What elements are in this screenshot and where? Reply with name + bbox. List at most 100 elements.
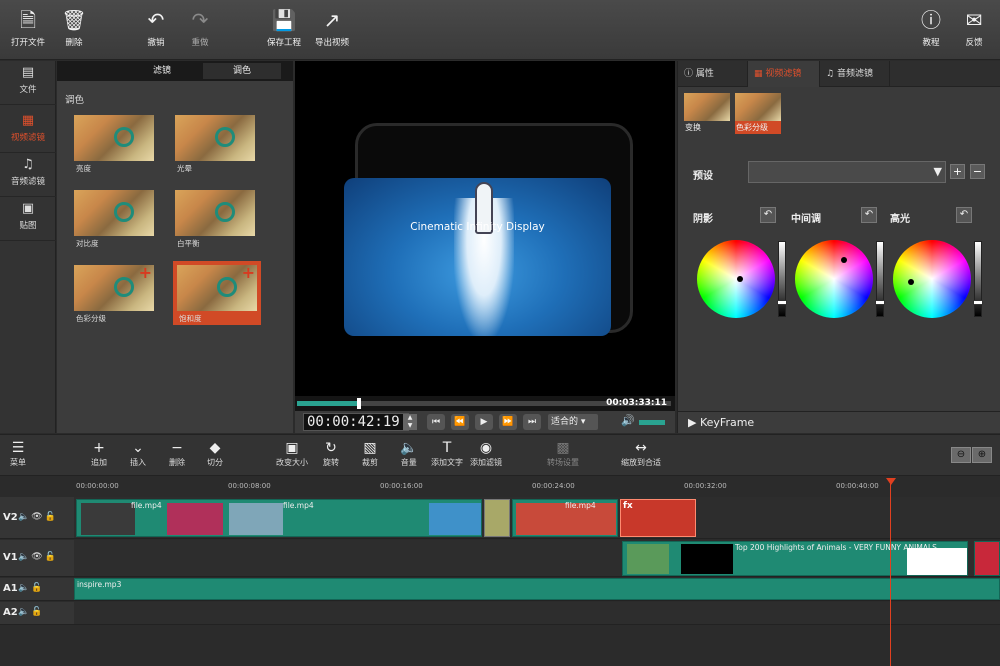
tab-video-filter[interactable]: ▦ 视频滤镜 [748, 61, 820, 87]
tab-audio-filter[interactable]: ♫ 音频滤镜 [820, 61, 890, 87]
text-icon: T [442, 440, 452, 456]
export-icon: ↗ [323, 8, 341, 32]
track-v2: file.mp4 file.mp4 file.mp4 fx [74, 497, 1000, 539]
export-video-button[interactable]: ↗ 导出视频 [304, 8, 360, 48]
selected-video-clip[interactable]: fx [620, 499, 696, 537]
applied-filter-color-grade[interactable]: 色彩分级 [735, 93, 781, 134]
split-button[interactable]: ◆ 切分 [207, 439, 223, 468]
zoom-fit-button[interactable]: ↔ 缩放到合适 [621, 439, 661, 468]
volume-button[interactable]: 🔈 音量 [400, 439, 417, 468]
video-clip[interactable]: file.mp4 [512, 499, 618, 537]
delete-clip-button[interactable]: − 删除 [169, 439, 185, 468]
progress-knob[interactable] [356, 398, 361, 409]
minus-icon: − [171, 440, 183, 456]
track-a2 [74, 602, 1000, 625]
filter-color-grade[interactable]: + 色彩分级 [70, 261, 158, 325]
filter-thumbnail [74, 190, 154, 236]
transition-clip[interactable] [484, 499, 510, 537]
clip-thumbnail [627, 544, 669, 574]
highlight-color-wheel[interactable] [893, 240, 971, 318]
volume-icon[interactable]: 🔊 [621, 414, 635, 427]
volume-slider[interactable] [639, 420, 665, 425]
delete-button[interactable]: 🗑 删除 [46, 8, 102, 48]
rewind-button[interactable]: ⏪ [451, 414, 469, 430]
append-button[interactable]: + 追加 [91, 439, 107, 468]
plus-icon: + [241, 263, 255, 282]
filter-white-balance[interactable]: 白平衡 [171, 186, 259, 250]
tab-filter[interactable]: 滤镜 [117, 63, 207, 79]
timecode-field[interactable]: 00:00:42:19 [303, 413, 409, 431]
add-text-button[interactable]: T 添加文字 [431, 439, 463, 468]
insert-button[interactable]: ⌄ 插入 [130, 439, 146, 468]
nav-sticker[interactable]: ▣ 贴图 [0, 197, 56, 241]
transition-settings-button[interactable]: ▩ 转场设置 [547, 439, 579, 468]
track-controls[interactable]: 🔈🔓 [18, 607, 44, 617]
keyframe-section[interactable]: ▶ KeyFrame [678, 411, 1000, 433]
preset-select[interactable]: ▼ [748, 161, 946, 183]
filter-saturation[interactable]: + 饱和度 [173, 261, 261, 325]
timeline-tracks: V2 🔈👁🔓 file.mp4 file.mp4 file.mp4 fx V1 🔈👁… [0, 497, 1000, 666]
tab-color[interactable]: 调色 [203, 63, 281, 79]
wheel-handle[interactable] [908, 279, 914, 285]
redo-button[interactable]: ↷ 重做 [172, 8, 228, 48]
zoom-in-button[interactable]: ⊕ [972, 447, 992, 463]
midtone-level-slider[interactable] [875, 241, 885, 317]
highlight-label: 高光 [890, 214, 910, 225]
video-filter-icon: ▦ [754, 69, 763, 79]
video-clip[interactable]: file.mp4 file.mp4 [76, 499, 482, 537]
clip-thumbnail [167, 503, 223, 535]
shadow-color-wheel[interactable] [697, 240, 775, 318]
wheel-handle[interactable] [737, 276, 743, 282]
shadow-reset-button[interactable]: ↶ [760, 207, 776, 223]
track-header-a2: A2 🔈🔓 [0, 602, 74, 625]
midtone-color-wheel[interactable] [795, 240, 873, 318]
file-icon: ▤ [21, 65, 35, 80]
track-controls[interactable]: 🔈👁🔓 [18, 512, 58, 522]
nav-file[interactable]: ▤ 文件 [0, 61, 56, 105]
tab-properties[interactable]: ⓘ 属性 [678, 61, 748, 87]
nav-audio-filter[interactable]: ♫ 音频滤镜 [0, 153, 56, 197]
applied-filter-transform[interactable]: 变换 [684, 93, 730, 134]
music-icon: ♫ [22, 157, 34, 172]
add-filter-button[interactable]: ◉ 添加滤镜 [470, 439, 502, 468]
playhead-handle[interactable] [886, 478, 896, 485]
preset-label: 预设 [693, 171, 713, 182]
fit-select[interactable]: 适合的 ▾ [548, 414, 598, 430]
filter-contrast[interactable]: 对比度 [70, 186, 158, 250]
shadow-level-slider[interactable] [777, 241, 787, 317]
track-controls[interactable]: 🔈🔓 [18, 583, 44, 593]
highlight-reset-button[interactable]: ↶ [956, 207, 972, 223]
zoom-out-button[interactable]: ⊖ [951, 447, 971, 463]
disclosure-triangle-icon: ▶ [688, 416, 697, 429]
filter-tabs: 滤镜 调色 [57, 61, 293, 81]
rotate-button[interactable]: ↻ 旋转 [323, 439, 339, 468]
timeline-ruler[interactable]: 00:00:00:00 00:00:08:00 00:00:16:00 00:0… [74, 477, 1000, 497]
menu-button[interactable]: ☰ 菜单 [10, 439, 26, 468]
fast-forward-button[interactable]: ⏩ [499, 414, 517, 430]
split-icon: ◆ [209, 440, 221, 456]
filter-glow[interactable]: 光晕 [171, 111, 259, 175]
crop-button[interactable]: ▧ 裁剪 [362, 439, 378, 468]
timecode-stepper[interactable]: ▲ ▼ [403, 414, 417, 430]
track-controls[interactable]: 🔈👁🔓 [18, 552, 58, 562]
nav-video-filter[interactable]: ▦ 视频滤镜 [0, 109, 56, 153]
skip-start-button[interactable]: ⏮ [427, 414, 445, 430]
trash-icon: 🗑 [61, 8, 87, 32]
skip-end-button[interactable]: ⏭ [523, 414, 541, 430]
filter-thumbnail [175, 190, 255, 236]
highlight-level-slider[interactable] [973, 241, 983, 317]
track-a1: inspire.mp3 [74, 578, 1000, 601]
add-preset-button[interactable]: + [950, 164, 965, 179]
audio-clip[interactable]: inspire.mp3 [74, 578, 1000, 600]
wheel-handle[interactable] [841, 257, 847, 263]
video-clip[interactable]: Top 200 Highlights of Animals - VERY FUN… [622, 541, 968, 576]
resize-button[interactable]: ▣ 改变大小 [276, 439, 308, 468]
video-clip[interactable] [974, 541, 1000, 576]
clip-thumbnail [907, 548, 967, 575]
feedback-button[interactable]: ✉ 反馈 [946, 8, 1000, 48]
filter-brightness[interactable]: 亮度 [70, 111, 158, 175]
play-button[interactable]: ▶ [475, 414, 493, 430]
playhead[interactable] [890, 478, 891, 666]
midtone-reset-button[interactable]: ↶ [861, 207, 877, 223]
remove-preset-button[interactable]: − [970, 164, 985, 179]
